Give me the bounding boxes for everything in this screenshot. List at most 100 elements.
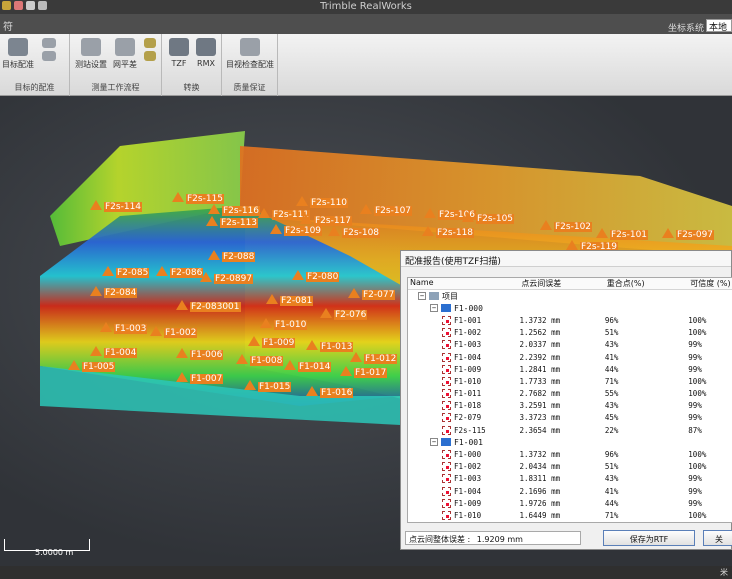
table-row[interactable]: F1-003 1.8311 mm 43% 99% [408,473,732,485]
col-overlap-header[interactable]: 重合点(%) [605,278,688,289]
survey-target-marker[interactable]: F2-083001 [176,300,241,312]
target-pair-icon [442,474,451,484]
close-button[interactable]: 关 [703,530,732,546]
survey-target-marker[interactable]: F1-009 [248,336,296,348]
survey-target-marker[interactable]: F2-088 [208,250,256,262]
tzf-button[interactable]: TZF [166,38,192,68]
survey-target-marker[interactable]: F1-012 [350,352,398,364]
small-tools[interactable] [34,38,64,64]
survey-target-marker[interactable]: F1-013 [306,340,354,352]
target-label: F2s-115 [186,194,225,204]
station-setup-button[interactable]: 测站设置 [74,38,108,70]
status-unit: 米 [720,568,728,577]
survey-target-marker[interactable]: F2s-116 [208,204,261,216]
table-row[interactable]: F1-003 2.0337 mm 43% 99% [408,339,732,351]
small-tools[interactable] [140,38,160,64]
survey-target-marker[interactable]: F2s-101 [596,228,649,240]
survey-target-marker[interactable]: F1-016 [306,386,354,398]
target-label: F2-076 [334,310,368,320]
target-label: F2s-110 [310,198,349,208]
table-row[interactable]: F1-011 2.7682 mm 55% 100% [408,388,732,400]
col-confidence-header[interactable]: 可信度 (%) [688,278,732,289]
survey-target-marker[interactable]: F1-003 [100,322,148,334]
survey-target-marker[interactable]: F2s-110 [296,196,349,208]
survey-target-marker[interactable]: F2-085 [102,266,150,278]
table-row[interactable]: F1-0113.0496 mm55%100% [408,522,732,523]
target-triangle-icon [156,266,168,276]
survey-target-marker[interactable]: F2-081 [266,294,314,306]
collapse-icon[interactable]: − [430,438,438,447]
survey-target-marker[interactable]: F2s-109 [270,224,323,236]
survey-target-marker[interactable]: F2-086 [156,266,204,278]
survey-target-marker[interactable]: F2s-114 [90,200,143,212]
collapse-icon[interactable]: − [418,292,426,301]
survey-target-marker[interactable]: F2s-097 [662,228,715,240]
survey-target-marker[interactable]: F2s-105 [462,212,515,224]
table-row[interactable]: F1-010 1.6449 mm 71% 100% [408,509,732,521]
survey-target-marker[interactable]: F2s-115 [172,192,225,204]
small-tool-icon [42,51,56,61]
survey-target-marker[interactable]: F1-004 [90,346,138,358]
small-tool-icon [144,38,156,48]
row-error-cell: 1.3732 mm [519,450,561,460]
survey-target-marker[interactable]: F1-014 [284,360,332,372]
table-row[interactable]: F1-002 1.2562 mm 51% 100% [408,327,732,339]
col-error-header[interactable]: 点云间误差 [519,278,604,289]
survey-target-marker[interactable]: F2s-108 [328,226,381,238]
row-overlap-cell: 43% [604,401,619,411]
survey-target-marker[interactable]: F2s-102 [540,220,593,232]
survey-target-marker[interactable]: F2-0897 [200,272,254,284]
row-confidence-cell: 99% [688,352,702,362]
save-rtf-button[interactable]: 保存为RTF [603,530,695,546]
scan-group-row[interactable]: − F1-000 [408,302,732,314]
network-adjust-icon [115,38,135,56]
survey-target-marker[interactable]: F1-002 [150,326,198,338]
network-adjust-button[interactable]: 网平差 [110,38,140,70]
survey-target-marker[interactable]: F2s-107 [360,204,413,216]
rmx-button[interactable]: RMX [192,38,220,68]
ribbon-group-label: 质量保证 [233,83,266,92]
row-name: F1-002 [454,328,482,338]
scan-group-row[interactable]: − F1-001 [408,436,732,448]
table-row[interactable]: F1-018 3.2591 mm 43% 99% [408,400,732,412]
target-registration-button[interactable]: 目标配准 [2,38,34,70]
table-row[interactable]: F1-010 1.7733 mm 71% 100% [408,375,732,387]
survey-target-marker[interactable]: F1-005 [68,360,116,372]
survey-target-marker[interactable]: F1-010 [260,318,308,330]
table-row[interactable]: F1-000 1.3732 mm 96% 100% [408,448,732,460]
row-name: F1-010 [454,510,482,520]
tzf-icon [169,38,189,56]
survey-target-marker[interactable]: F1-015 [244,380,292,392]
table-row[interactable]: F2-079 3.3723 mm 45% 99% [408,412,732,424]
target-label: F2-0897 [214,274,254,284]
survey-target-marker[interactable]: F2s-118 [422,226,475,238]
table-row[interactable]: F1-001 1.3732 mm 96% 100% [408,314,732,326]
report-table[interactable]: Name 点云间误差 重合点(%) 可信度 (%) − 项目 − F1-000 F1… [407,277,732,523]
collapse-icon[interactable]: − [430,304,438,313]
survey-target-marker[interactable]: F2-080 [292,270,340,282]
row-name-cell: F1-003 [408,474,519,484]
table-row[interactable]: F1-002 2.0434 mm 51% 100% [408,461,732,473]
survey-target-marker[interactable]: F2-076 [320,308,368,320]
survey-target-marker[interactable]: F2-077 [348,288,396,300]
row-overlap-cell: 51% [604,328,619,338]
table-row[interactable]: F1-004 2.2392 mm 41% 99% [408,351,732,363]
ribbon-tab[interactable]: 符 [0,18,16,33]
table-row[interactable]: F1-009 1.2841 mm 44% 99% [408,363,732,375]
visual-check-button[interactable]: 目视检查配准 [224,38,276,70]
row-name-cell: F1-000 [408,450,519,460]
survey-target-marker[interactable]: F1-017 [340,366,388,378]
table-row[interactable]: F1-004 2.1696 mm 41% 99% [408,485,732,497]
row-overlap-cell: 55% [604,389,619,399]
coord-system-select[interactable]: 本地 [706,19,732,33]
survey-target-marker[interactable]: F1-008 [236,354,284,366]
row-name-cell: F1-002 [408,328,519,338]
survey-target-marker[interactable]: F1-007 [176,372,224,384]
table-row[interactable]: F2s-115 2.3654 mm 22% 87% [408,424,732,436]
survey-target-marker[interactable]: F2s-113 [206,216,259,228]
survey-target-marker[interactable]: F2-084 [90,286,138,298]
table-row[interactable]: F1-009 1.9726 mm 44% 99% [408,497,732,509]
tree-root[interactable]: − 项目 [408,290,732,302]
col-name-header[interactable]: Name [408,278,519,289]
survey-target-marker[interactable]: F1-006 [176,348,224,360]
